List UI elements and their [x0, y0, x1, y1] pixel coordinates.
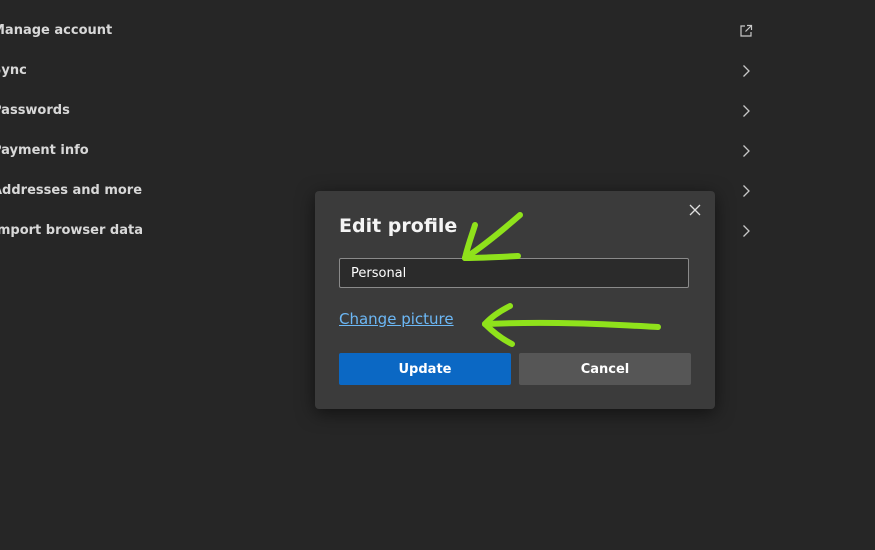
modal-overlay: Edit profile Change picture Update Cance… — [0, 0, 875, 550]
change-picture-link[interactable]: Change picture — [339, 310, 454, 328]
update-button[interactable]: Update — [339, 353, 511, 385]
dialog-title: Edit profile — [339, 215, 458, 237]
close-icon[interactable] — [688, 203, 702, 217]
profile-name-input[interactable] — [339, 258, 689, 288]
cancel-button[interactable]: Cancel — [519, 353, 691, 385]
settings-page: Manage account Sync Passwords — [0, 0, 875, 550]
edit-profile-dialog: Edit profile Change picture Update Cance… — [315, 191, 715, 409]
